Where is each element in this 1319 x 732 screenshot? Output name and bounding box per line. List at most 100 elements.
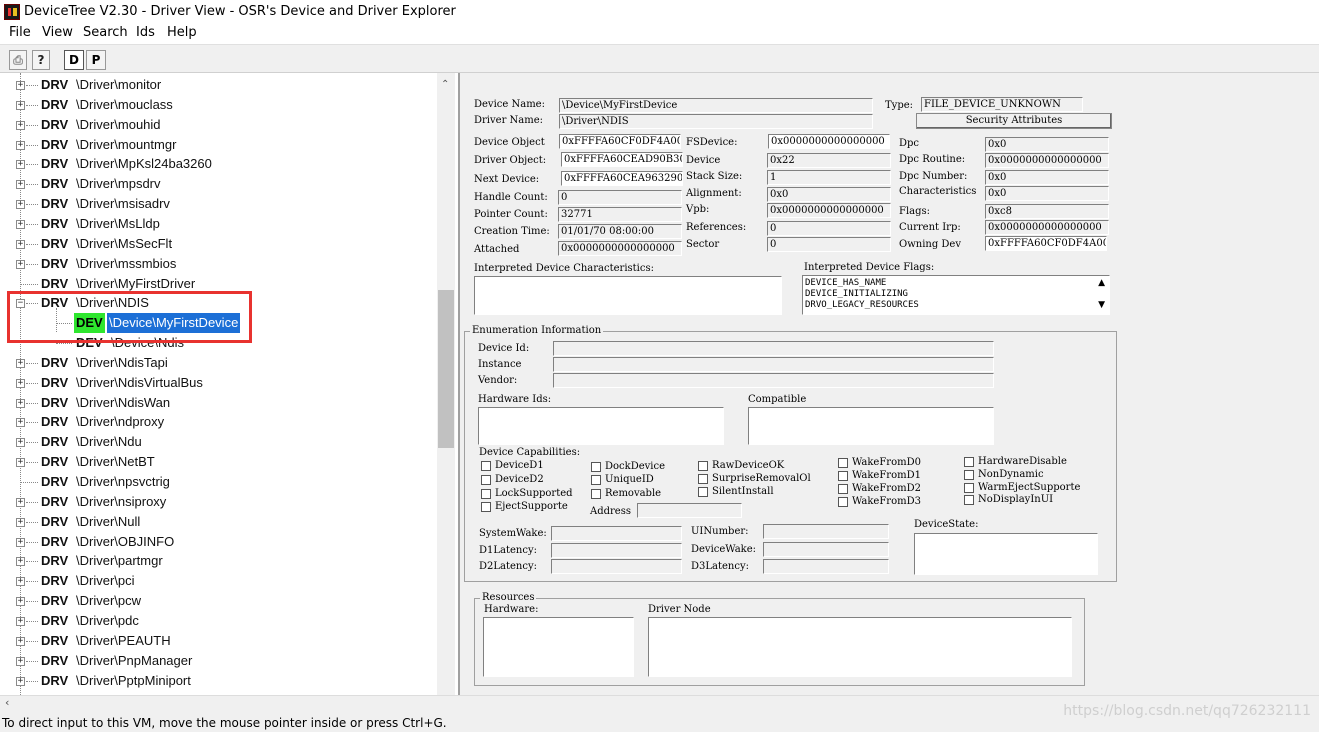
- device-object-field[interactable]: 0xFFFFA60CF0DF4A00: [559, 134, 681, 149]
- expand-icon[interactable]: +: [16, 200, 25, 210]
- instance-field[interactable]: [553, 357, 994, 372]
- next-device-field[interactable]: 0xFFFFA60CEA963290: [561, 171, 683, 186]
- expand-icon[interactable]: +: [16, 219, 25, 229]
- cap-wake-d2[interactable]: WakeFromD2: [838, 483, 921, 494]
- vendor-field[interactable]: [553, 373, 994, 388]
- cap-wake-d3[interactable]: WakeFromD3: [838, 496, 921, 507]
- expand-icon[interactable]: +: [16, 160, 25, 170]
- expand-icon[interactable]: +: [16, 537, 25, 547]
- expand-icon[interactable]: +: [16, 418, 25, 428]
- menu-ids[interactable]: Ids: [136, 25, 155, 40]
- expand-icon[interactable]: +: [16, 259, 25, 269]
- ui-number-field[interactable]: [763, 524, 889, 539]
- menu-view[interactable]: View: [42, 25, 73, 40]
- tree-row[interactable]: + DRV \Driver\ndproxy: [0, 412, 437, 432]
- cap-eject-supported[interactable]: EjectSupporte: [481, 501, 568, 512]
- tree-row[interactable]: + DRV \Driver\OBJINFO: [0, 532, 437, 552]
- driver-name-field[interactable]: \Driver\NDIS: [559, 114, 873, 129]
- tree-row[interactable]: + DRV \Driver\nsiproxy: [0, 492, 437, 512]
- characteristics-field[interactable]: 0x0: [985, 186, 1109, 201]
- expand-icon[interactable]: +: [16, 497, 25, 507]
- tree-row[interactable]: + DRV \Driver\pcw: [0, 591, 437, 611]
- expand-icon[interactable]: +: [16, 180, 25, 190]
- expand-icon[interactable]: +: [16, 398, 25, 408]
- owning-dev-field[interactable]: 0xFFFFA60CF0DF4A00: [985, 236, 1107, 251]
- hardware-ids-box[interactable]: [478, 407, 724, 445]
- tree-row[interactable]: + DRV \Driver\mouhid: [0, 115, 437, 135]
- expand-icon[interactable]: +: [16, 458, 25, 468]
- expand-icon[interactable]: +: [16, 358, 25, 368]
- type-field[interactable]: FILE_DEVICE_UNKNOWN: [921, 97, 1083, 112]
- address-field[interactable]: [637, 503, 742, 518]
- pointer-count-field[interactable]: 32771: [558, 207, 682, 222]
- expand-icon[interactable]: +: [16, 81, 25, 90]
- tree-row[interactable]: + DRV \Driver\msisadrv: [0, 194, 437, 214]
- tree-row[interactable]: + DRV \Driver\mountmgr: [0, 135, 437, 155]
- tree-row[interactable]: + DRV \Driver\NdisVirtualBus: [0, 373, 437, 393]
- device-id-field[interactable]: [553, 341, 994, 356]
- system-wake-field[interactable]: [551, 526, 682, 541]
- cap-non-dynamic[interactable]: NonDynamic: [964, 469, 1044, 480]
- cap-warm-eject[interactable]: WarmEjectSupporte: [964, 482, 1080, 493]
- cap-silent-install[interactable]: SilentInstall: [698, 486, 774, 497]
- tree-row[interactable]: + DRV \Driver\MpKsl24ba3260: [0, 154, 437, 174]
- expand-icon[interactable]: +: [16, 517, 25, 527]
- pnp-view-button[interactable]: P: [86, 50, 106, 70]
- scroll-up-icon[interactable]: ⌃: [441, 79, 449, 90]
- security-attributes-button[interactable]: Security Attributes: [916, 113, 1112, 129]
- cap-raw-device-ok[interactable]: RawDeviceOK: [698, 460, 784, 471]
- alignment-field[interactable]: 0x0: [767, 187, 891, 202]
- expand-icon[interactable]: +: [16, 676, 25, 686]
- dpc-number-field[interactable]: 0x0: [985, 170, 1109, 185]
- tree-row[interactable]: + DRV \Driver\Null: [0, 512, 437, 532]
- tree-row[interactable]: + DRV \Driver\Ndu: [0, 432, 437, 452]
- compatible-box[interactable]: [748, 407, 994, 445]
- device-name-field[interactable]: \Device\MyFirstDevice: [559, 98, 873, 113]
- tree-row[interactable]: + DRV \Driver\partmgr: [0, 551, 437, 571]
- tree-scroll-thumb[interactable]: [438, 290, 454, 448]
- expand-icon[interactable]: +: [16, 100, 25, 110]
- cap-hardware-disable[interactable]: HardwareDisable: [964, 456, 1067, 467]
- driver-node-box[interactable]: [648, 617, 1072, 677]
- d3-latency-field[interactable]: [763, 559, 889, 574]
- cap-dock-device[interactable]: DockDevice: [591, 461, 665, 472]
- tree-row[interactable]: + DRV \Driver\mpsdrv: [0, 174, 437, 194]
- expand-icon[interactable]: +: [16, 140, 25, 150]
- expand-icon[interactable]: +: [16, 239, 25, 249]
- cap-unique-id[interactable]: UniqueID: [591, 474, 654, 485]
- sector-field[interactable]: 0: [767, 237, 891, 252]
- tree-row[interactable]: + DRV \Driver\pdc: [0, 611, 437, 631]
- device-type-field[interactable]: 0x22: [767, 153, 891, 168]
- driver-view-button[interactable]: D: [64, 50, 84, 70]
- driver-tree[interactable]: + DRV \Driver\monitor + DRV \Driver\mouclass +…: [0, 73, 455, 695]
- current-irp-field[interactable]: 0x0000000000000000: [985, 220, 1109, 235]
- scroll-left-icon[interactable]: ‹: [5, 696, 9, 709]
- expand-icon[interactable]: +: [16, 636, 25, 646]
- cap-wake-d0[interactable]: WakeFromD0: [838, 457, 921, 468]
- expand-icon[interactable]: +: [16, 616, 25, 626]
- cap-device-d1[interactable]: DeviceD1: [481, 460, 544, 471]
- tree-row[interactable]: + DRV \Driver\NdisTapi: [0, 353, 437, 373]
- hardware-box[interactable]: [483, 617, 634, 677]
- expand-icon[interactable]: +: [16, 120, 25, 130]
- tree-row[interactable]: + DRV \Driver\mouclass: [0, 95, 437, 115]
- tree-row[interactable]: + DRV \Driver\PnpManager: [0, 651, 437, 671]
- cap-no-display-in-ui[interactable]: NoDisplayInUI: [964, 494, 1053, 505]
- references-field[interactable]: 0: [767, 221, 891, 236]
- expand-icon[interactable]: +: [16, 656, 25, 666]
- dpc-routine-field[interactable]: 0x0000000000000000: [985, 153, 1109, 168]
- cap-removable[interactable]: Removable: [591, 488, 661, 499]
- tree-row[interactable]: DRV \Driver\npsvctrig: [0, 472, 437, 492]
- tree-row[interactable]: + DRV \Driver\PptpMiniport: [0, 671, 437, 691]
- creation-time-field[interactable]: 01/01/70 08:00:00: [558, 224, 682, 239]
- expand-icon[interactable]: +: [16, 597, 25, 607]
- d2-latency-field[interactable]: [551, 559, 682, 574]
- tree-row[interactable]: + DRV \Driver\MsLldp: [0, 214, 437, 234]
- tree-row[interactable]: + DRV \Driver\mssmbios: [0, 254, 437, 274]
- list-down-icon[interactable]: ▼: [1098, 300, 1105, 310]
- vpb-field[interactable]: 0x0000000000000000: [767, 203, 891, 218]
- handle-count-field[interactable]: 0: [558, 190, 682, 205]
- menu-help[interactable]: Help: [167, 25, 197, 40]
- expand-icon[interactable]: +: [16, 378, 25, 388]
- menu-file[interactable]: File: [9, 25, 31, 40]
